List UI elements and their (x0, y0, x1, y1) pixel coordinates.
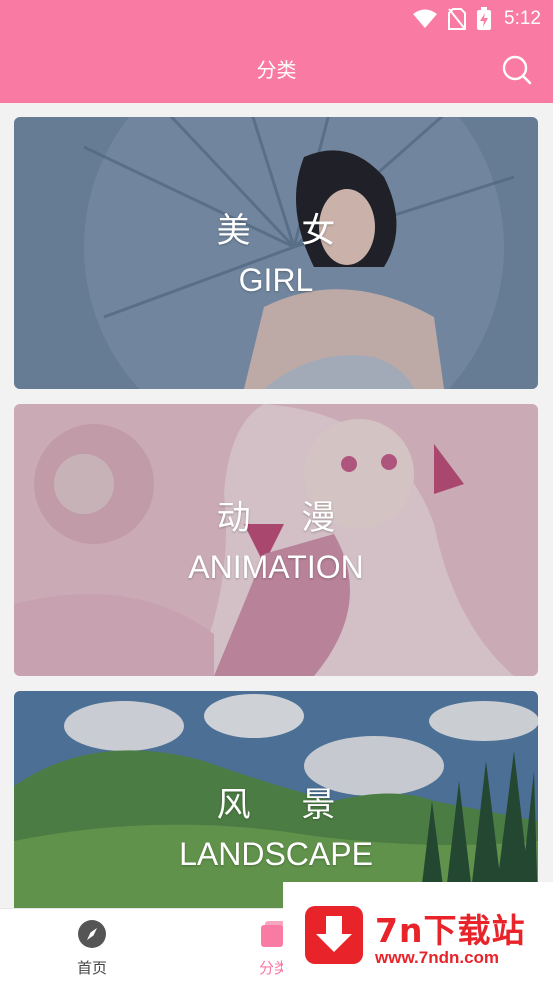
category-title-cn: 动 漫 (216, 498, 356, 538)
watermark-title: 7n下载站 (375, 911, 526, 950)
watermark-url: www.7ndn.com (375, 948, 500, 967)
card-overlay (14, 117, 538, 389)
category-title-en: LANDSCAPE (179, 836, 373, 872)
search-icon (502, 55, 532, 85)
download-logo-icon (305, 906, 363, 964)
status-time: 5:12 (504, 8, 541, 29)
no-sim-icon (448, 8, 467, 30)
category-card-animation[interactable]: 动 漫 ANIMATION (14, 404, 538, 676)
battery-charging-icon (477, 7, 492, 30)
nav-label: 首页 (76, 959, 107, 977)
compass-icon (78, 920, 106, 948)
card-overlay (14, 404, 538, 676)
wifi-icon (413, 9, 438, 28)
category-title-cn: 美 女 (216, 211, 356, 251)
category-title-en: GIRL (238, 262, 314, 298)
category-title-cn: 风 景 (216, 785, 356, 825)
category-card-landscape[interactable]: 风 景 LANDSCAPE (14, 691, 538, 909)
status-bar: 5:12 (412, 6, 541, 32)
nav-item-home[interactable]: 首页 (32, 919, 152, 978)
app-header: 5:12 分类 (0, 0, 553, 103)
category-title-en: ANIMATION (188, 549, 364, 585)
watermark-banner: 7n下载站 www.7ndn.com (283, 882, 553, 983)
category-card-girl[interactable]: 美 女 GIRL (14, 117, 538, 389)
search-button[interactable] (499, 52, 535, 88)
page-title: 分类 (256, 58, 297, 82)
